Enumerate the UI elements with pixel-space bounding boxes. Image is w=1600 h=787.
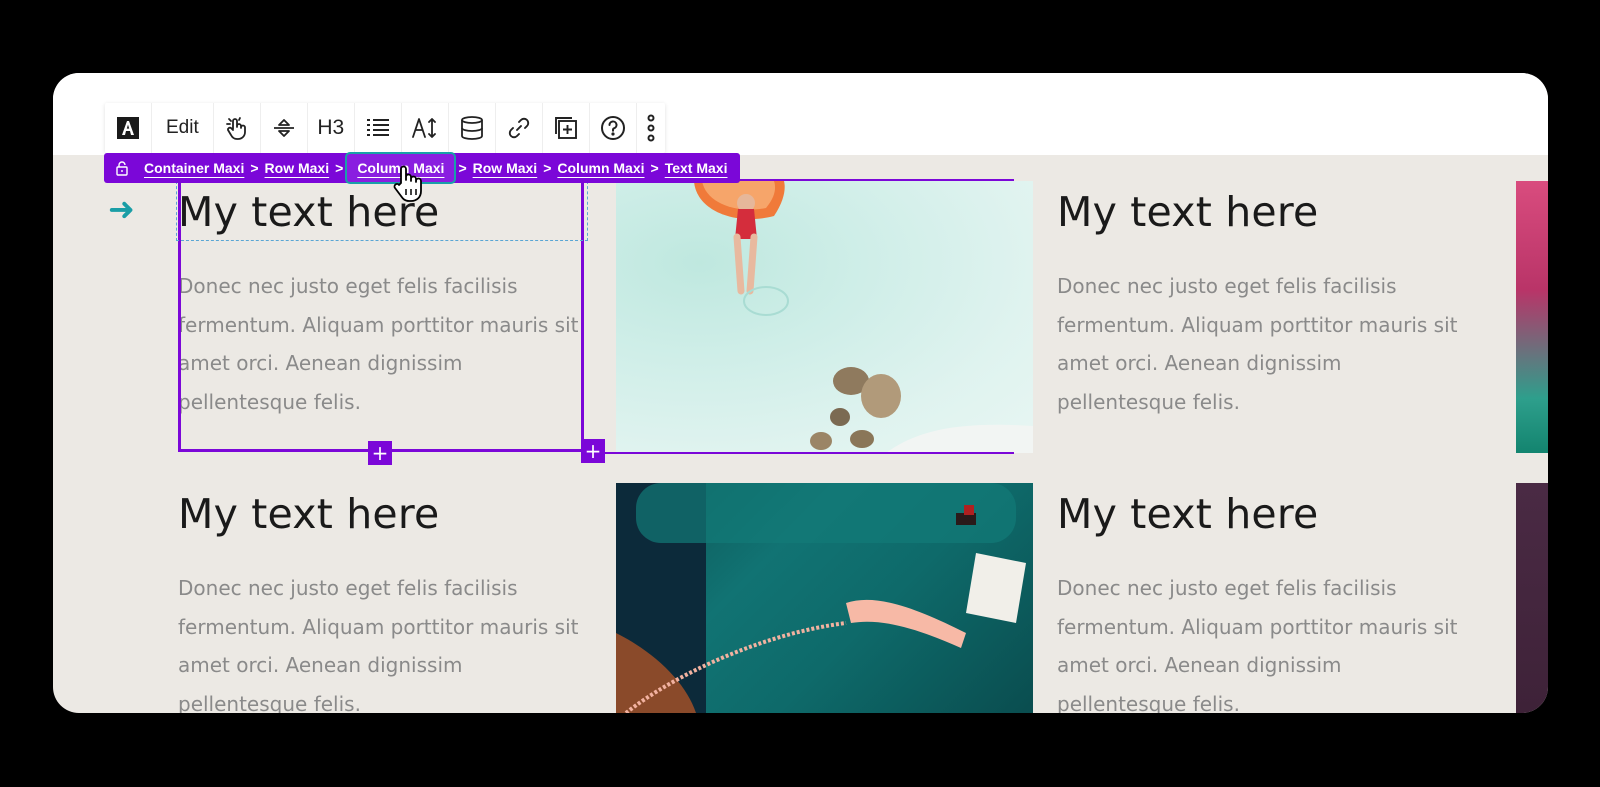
text-block[interactable]: My text here Donec nec justo eget felis … [178,183,588,421]
couch-illustration [616,483,1026,713]
more-vertical-icon [647,114,655,142]
heading-level-button[interactable]: H3 [308,103,355,153]
breadcrumb-column-maxi-2[interactable]: Column Maxi [557,160,644,176]
alignment-button[interactable] [261,103,308,153]
pattern-image[interactable] [1516,181,1548,453]
edit-button[interactable]: Edit [152,103,214,153]
link-icon [508,117,529,139]
breadcrumb-separator: > [650,160,659,176]
interaction-button[interactable] [214,103,261,153]
text-block[interactable]: My text here Donec nec justo eget felis … [178,485,588,713]
hand-cursor-icon [393,165,422,202]
breadcrumb-container-maxi[interactable]: Container Maxi [144,160,244,176]
breadcrumb-separator: > [458,160,467,176]
more-options-button[interactable] [637,103,665,153]
breadcrumb-text-maxi[interactable]: Text Maxi [665,160,728,176]
breadcrumb-separator: > [335,160,344,176]
couch-image[interactable] [616,483,1033,713]
hand-pointer-icon [225,117,246,140]
font-style-icon [117,117,139,139]
breadcrumb-row-maxi[interactable]: Row Maxi [265,160,330,176]
block-toolbar: Edit H3 [105,103,665,153]
dynamic-content-button[interactable] [449,103,496,153]
alignment-icon [273,119,294,137]
lock-icon[interactable] [116,160,128,176]
text-size-icon [411,118,436,138]
block-paragraph[interactable]: Donec nec justo eget felis facilisis fer… [1057,569,1467,713]
text-block[interactable]: My text here Donec nec justo eget felis … [1057,183,1467,421]
block-heading[interactable]: My text here [178,183,588,241]
breadcrumb-separator: > [250,160,259,176]
block-heading[interactable]: My text here [178,485,588,543]
text-block[interactable]: My text here Donec nec justo eget felis … [1057,485,1467,713]
add-column-button[interactable]: + [581,439,605,463]
help-icon [600,116,625,140]
link-button[interactable] [496,103,543,153]
font-style-button[interactable] [105,103,152,153]
list-button[interactable] [355,103,402,153]
block-paragraph[interactable]: Donec nec justo eget felis facilisis fer… [1057,267,1467,421]
breadcrumb-row-maxi-2[interactable]: Row Maxi [473,160,538,176]
list-icon [366,119,389,136]
editor-canvas: Edit H3 Container Maxi > Row Maxi > Colu… [53,73,1548,713]
dark-image[interactable] [1516,483,1548,713]
add-block-icon [554,117,577,139]
arrow-right-icon: ➜ [108,190,135,228]
block-heading[interactable]: My text here [1057,485,1467,543]
text-size-button[interactable] [402,103,449,153]
database-icon [460,116,483,140]
help-button[interactable] [590,103,637,153]
block-paragraph[interactable]: Donec nec justo eget felis facilisis fer… [178,267,588,421]
pool-illustration [694,181,1033,453]
block-paragraph[interactable]: Donec nec justo eget felis facilisis fer… [178,569,588,713]
block-heading[interactable]: My text here [1057,183,1467,241]
pool-image[interactable] [616,181,1033,453]
breadcrumb-separator: > [543,160,552,176]
add-block-below-button[interactable]: + [368,441,392,465]
add-block-button[interactable] [543,103,590,153]
